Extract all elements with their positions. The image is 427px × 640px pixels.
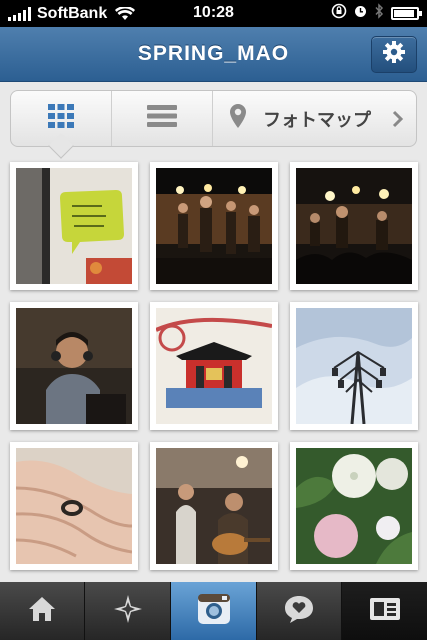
photo-hand-with-ring <box>16 448 132 564</box>
photo-band-on-stage <box>156 168 272 284</box>
photo-toy-shrine-gate <box>156 308 272 424</box>
photo-thumbnail[interactable] <box>290 162 418 290</box>
photo-thumbnail[interactable] <box>150 302 278 430</box>
camera-icon <box>197 593 231 630</box>
photo-thumbnail[interactable] <box>10 442 138 570</box>
tab-home[interactable] <box>0 582 85 640</box>
grid-view-tab[interactable] <box>11 91 111 159</box>
grid-view-icon <box>48 104 74 133</box>
carrier-label: SoftBank <box>37 4 108 22</box>
explore-star-icon <box>113 594 143 629</box>
list-view-icon <box>147 105 177 132</box>
photo-acoustic-duo <box>156 448 272 564</box>
photo-live-concert <box>296 168 412 284</box>
status-bar: SoftBank 10:28 <box>0 0 427 27</box>
photo-map-label: フォトマップ <box>263 109 371 130</box>
photo-grid <box>10 162 418 570</box>
photo-thumbnail[interactable] <box>150 162 278 290</box>
bluetooth-icon <box>374 3 384 24</box>
list-view-tab[interactable] <box>111 91 212 146</box>
photo-thumbnail[interactable] <box>290 302 418 430</box>
photo-thumbnail[interactable] <box>10 162 138 290</box>
photo-dj-headphones <box>16 308 132 424</box>
signal-icon <box>8 6 31 21</box>
selected-tab-pointer <box>48 133 74 159</box>
tab-news[interactable] <box>257 582 342 640</box>
alarm-icon <box>354 5 367 23</box>
tab-profile[interactable] <box>342 582 427 640</box>
photo-thumbnail[interactable] <box>150 442 278 570</box>
map-pin-icon <box>229 103 247 134</box>
photo-thumbnail[interactable] <box>10 302 138 430</box>
photo-map-tab[interactable]: フォトマップ <box>212 91 416 146</box>
photo-speech-bubble-note <box>16 168 132 284</box>
tab-camera[interactable] <box>171 582 257 640</box>
photo-thumbnail[interactable] <box>290 442 418 570</box>
home-icon <box>27 595 57 628</box>
profile-username-title: SPRING_MAO <box>137 42 290 65</box>
tab-explore[interactable] <box>85 582 171 640</box>
wifi-icon <box>115 5 136 21</box>
news-heart-bubble-icon <box>283 594 315 629</box>
settings-button[interactable] <box>371 36 417 73</box>
tab-bar <box>0 582 427 640</box>
photo-hydrangea <box>296 448 412 564</box>
profile-card-icon <box>369 597 401 626</box>
photo-power-tower-sky <box>296 308 412 424</box>
orientation-lock-icon <box>331 3 347 24</box>
navigation-bar: SPRING_MAO <box>0 27 427 82</box>
gear-icon <box>382 40 406 69</box>
battery-icon <box>391 7 422 20</box>
view-mode-segmented-control: フォトマップ <box>10 90 417 159</box>
chevron-right-icon <box>392 110 404 133</box>
